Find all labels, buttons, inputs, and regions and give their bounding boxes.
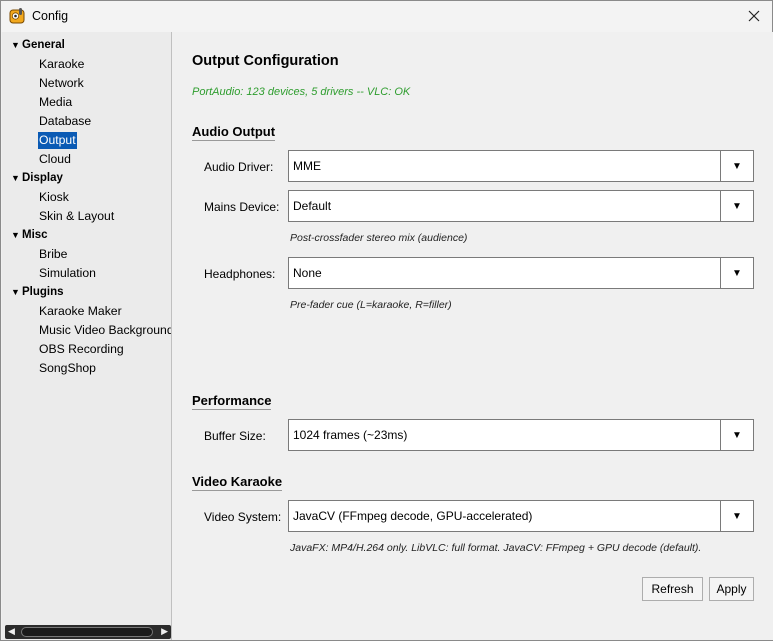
mains-device-select[interactable]: Default ▼ <box>288 190 754 222</box>
tree-item-media[interactable]: Media <box>2 93 171 112</box>
expand-arrow-icon[interactable]: ▼ <box>11 283 20 302</box>
config-window: Config ▼ General Karaoke Network Media Da… <box>0 0 773 641</box>
tree-group-display[interactable]: ▼ Display <box>2 169 171 188</box>
section-audio-output: Audio Output <box>192 124 276 141</box>
headphones-hint: Pre-fader cue (L=karaoke, R=filler) <box>290 299 452 311</box>
expand-arrow-icon[interactable]: ▼ <box>11 169 20 188</box>
audio-driver-select[interactable]: MME ▼ <box>288 150 754 182</box>
tree-item-skin-layout[interactable]: Skin & Layout <box>2 207 171 226</box>
status-text: PortAudio: 123 devices, 5 drivers -- VLC… <box>192 86 411 98</box>
audio-driver-label: Audio Driver: <box>204 160 274 174</box>
headphones-label: Headphones: <box>204 267 276 281</box>
app-icon <box>9 8 25 24</box>
settings-tree: ▼ General Karaoke Network Media Database … <box>2 36 171 378</box>
scroll-right-icon[interactable]: ▶ <box>161 626 168 637</box>
video-system-hint: JavaFX: MP4/H.264 only. LibVLC: full for… <box>290 542 702 554</box>
tree-item-simulation[interactable]: Simulation <box>2 264 171 283</box>
scroll-left-icon[interactable]: ◀ <box>8 626 15 637</box>
settings-tree-panel: ▼ General Karaoke Network Media Database … <box>2 32 172 640</box>
tree-group-general[interactable]: ▼ General <box>2 36 171 55</box>
buffer-size-select[interactable]: 1024 frames (~23ms) ▼ <box>288 419 754 451</box>
chevron-down-icon[interactable]: ▼ <box>720 151 753 181</box>
tree-item-output[interactable]: Output <box>2 131 171 150</box>
apply-button[interactable]: Apply <box>709 577 754 601</box>
tree-item-obs-recording[interactable]: OBS Recording <box>2 340 171 359</box>
page-title: Output Configuration <box>192 53 339 69</box>
video-system-select[interactable]: JavaCV (FFmpeg decode, GPU-accelerated) … <box>288 500 754 532</box>
mains-device-hint: Post-crossfader stereo mix (audience) <box>290 232 468 244</box>
tree-item-music-video-background[interactable]: Music Video Background <box>2 321 171 340</box>
tree-item-kiosk[interactable]: Kiosk <box>2 188 171 207</box>
chevron-down-icon[interactable]: ▼ <box>720 258 753 288</box>
close-button[interactable] <box>740 3 768 29</box>
video-system-label: Video System: <box>204 510 282 524</box>
window-title: Config <box>32 9 69 23</box>
scrollbar-thumb[interactable] <box>21 627 153 637</box>
tree-group-plugins[interactable]: ▼ Plugins <box>2 283 171 302</box>
tree-item-karaoke[interactable]: Karaoke <box>2 55 171 74</box>
section-performance: Performance <box>192 393 272 410</box>
close-icon <box>748 10 760 22</box>
chevron-down-icon[interactable]: ▼ <box>720 420 753 450</box>
mains-device-label: Mains Device: <box>204 200 280 214</box>
tree-item-karaoke-maker[interactable]: Karaoke Maker <box>2 302 171 321</box>
expand-arrow-icon[interactable]: ▼ <box>11 226 20 245</box>
tree-item-database[interactable]: Database <box>2 112 171 131</box>
headphones-select[interactable]: None ▼ <box>288 257 754 289</box>
sidebar-horizontal-scrollbar[interactable]: ◀ ▶ <box>5 625 171 639</box>
refresh-button[interactable]: Refresh <box>642 577 703 601</box>
tree-group-misc[interactable]: ▼ Misc <box>2 226 171 245</box>
buffer-size-label: Buffer Size: <box>204 429 266 443</box>
tree-item-cloud[interactable]: Cloud <box>2 150 171 169</box>
tree-item-network[interactable]: Network <box>2 74 171 93</box>
tree-item-bribe[interactable]: Bribe <box>2 245 171 264</box>
expand-arrow-icon[interactable]: ▼ <box>11 36 20 55</box>
section-video-karaoke: Video Karaoke <box>192 474 283 491</box>
tree-item-songshop[interactable]: SongShop <box>2 359 171 378</box>
chevron-down-icon[interactable]: ▼ <box>720 501 753 531</box>
output-config-panel: Output Configuration PortAudio: 123 devi… <box>173 32 773 640</box>
chevron-down-icon[interactable]: ▼ <box>720 191 753 221</box>
title-bar: Config <box>1 1 772 32</box>
